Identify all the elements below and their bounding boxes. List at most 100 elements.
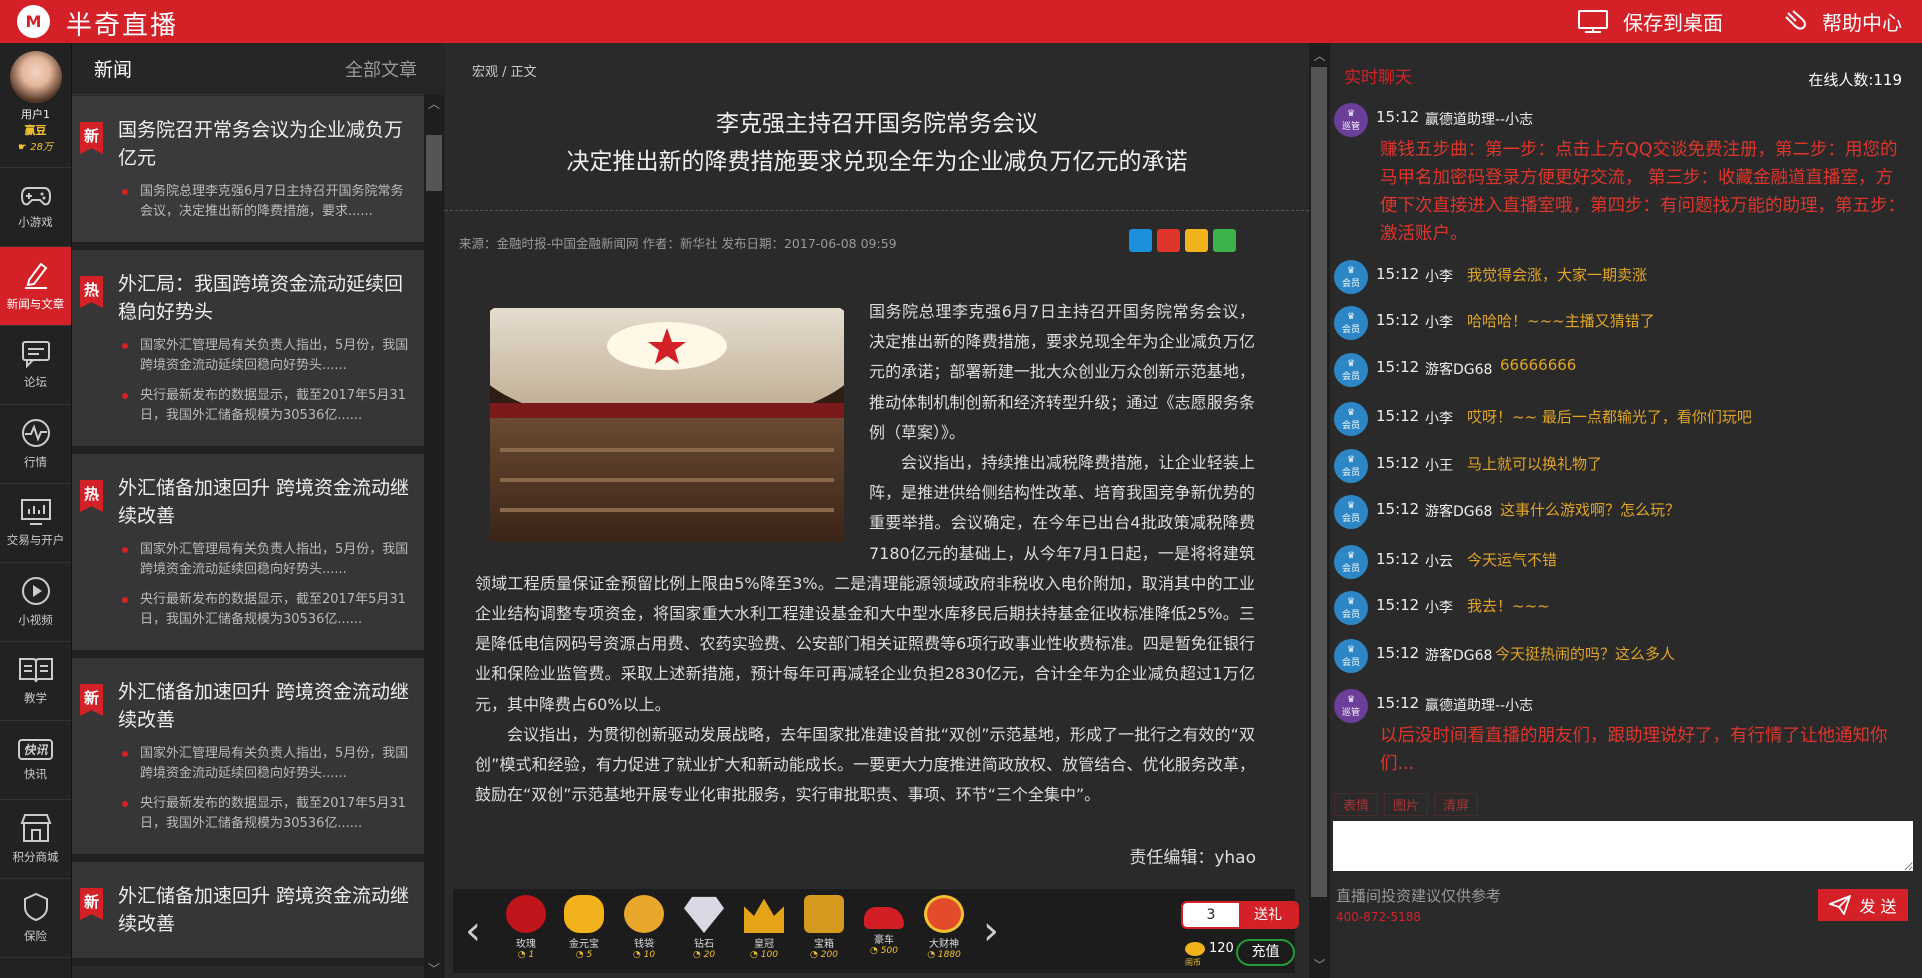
- news-item-title[interactable]: 外汇储备加速回升 跨境资金流动继续改善: [118, 474, 410, 530]
- message-time: 15:12: [1376, 108, 1420, 126]
- nav-item-news[interactable]: 新闻与文章: [0, 247, 71, 326]
- gift-next-icon[interactable]: ›: [983, 911, 999, 951]
- news-bullet: 国家外汇管理局有关负责人指出，5月份，我国跨境资金流动延续回稳向好势头.....…: [118, 336, 410, 376]
- share-weibo-icon[interactable]: [1157, 229, 1180, 252]
- image-button[interactable]: 图片: [1384, 793, 1429, 816]
- gift-name: 大财神: [929, 939, 959, 950]
- role-badge-icon: ♛ 会员: [1334, 402, 1368, 436]
- message-time: 15:12: [1376, 644, 1420, 662]
- app-title: 半奇直播: [66, 11, 179, 41]
- help-center-button[interactable]: 帮助中心: [1782, 0, 1902, 43]
- article-title-line1: 李克强主持召开国务院常务会议: [716, 111, 1038, 137]
- trading-icon: [20, 499, 51, 525]
- message-text: 哈哈哈！~~~主播又猜错了: [1467, 312, 1655, 330]
- gift-diamond-icon: [684, 896, 724, 933]
- user-name: 用户1: [21, 108, 50, 121]
- nav-item-market[interactable]: 行情: [0, 405, 71, 484]
- app-logo[interactable]: M: [17, 5, 50, 38]
- send-message-button[interactable]: 发 送: [1818, 889, 1908, 921]
- message-user[interactable]: 游客DG68: [1425, 645, 1492, 665]
- role-badge-icon: ♛ 会员: [1334, 353, 1368, 387]
- news-item[interactable]: 新 外汇储备加速回升 跨境资金流动继续改善 国家外汇管理局有关负责人指出，5月份…: [72, 658, 424, 862]
- nav-item-forum[interactable]: 论坛: [0, 326, 71, 405]
- news-item-title[interactable]: 国务院召开常务会议为企业减负万亿元: [118, 116, 410, 172]
- message-time: 15:12: [1376, 550, 1420, 568]
- message-user[interactable]: 游客DG68: [1425, 501, 1492, 521]
- emoji-button[interactable]: 表情: [1334, 793, 1379, 816]
- message-user[interactable]: 游客DG68: [1425, 359, 1492, 379]
- news-item-title[interactable]: 外汇储备加速回升 跨境资金流动继续改善: [118, 678, 410, 734]
- news-item-title[interactable]: 外汇储备加速回升 跨境资金流动继续改善: [118, 882, 410, 938]
- gift-item[interactable]: 钻石 ◔ 20: [674, 895, 734, 960]
- gift-item[interactable]: 大财神 ◔ 1880: [914, 895, 974, 960]
- nav-item-video[interactable]: 小视频: [0, 563, 71, 642]
- recharge-button[interactable]: 充值: [1236, 939, 1295, 966]
- nav-label: 教学: [24, 691, 47, 705]
- gift-god-of-wealth-icon: [924, 895, 964, 933]
- live-chat-panel: 实时聊天 在线人数:119 ♛ 巡管 15:12 赢德道助理--小志 赚钱五步曲：…: [1330, 43, 1922, 978]
- clear-screen-button[interactable]: 清屏: [1434, 793, 1479, 816]
- message-user[interactable]: 小王: [1425, 455, 1453, 475]
- message-user[interactable]: 赢德道助理--小志: [1425, 695, 1533, 715]
- gift-prev-icon[interactable]: ‹: [465, 911, 481, 951]
- nav-label: 交易与开户: [6, 533, 65, 547]
- gift-quantity-input[interactable]: 3: [1183, 903, 1239, 927]
- gift-price: ◔ 20: [692, 950, 716, 960]
- message-user[interactable]: 赢德道助理--小志: [1425, 109, 1533, 129]
- gift-item[interactable]: 豪车 ◔ 500: [854, 895, 914, 956]
- gift-item[interactable]: 宝箱 ◔ 200: [794, 895, 854, 960]
- scroll-up-icon[interactable]: ︿: [1309, 47, 1330, 65]
- all-articles-link[interactable]: 全部文章: [345, 56, 417, 82]
- send-gift-button[interactable]: 送礼: [1239, 903, 1297, 927]
- gift-item[interactable]: 钱袋 ◔ 10: [614, 895, 674, 960]
- nav-item-insurance[interactable]: 保险: [0, 879, 71, 958]
- nav-label: 快讯: [24, 766, 47, 781]
- gift-name: 宝箱: [814, 939, 834, 950]
- news-scrollbar[interactable]: ︿ ﹀: [424, 95, 444, 978]
- message-text: 以后没时间看直播的朋友们，跟助理说好了，有行情了让他通知你们...: [1380, 726, 1888, 774]
- gift-name: 钻石: [694, 939, 714, 950]
- message-user[interactable]: 小李: [1425, 266, 1453, 286]
- news-item[interactable]: 新 国务院召开常务会议为企业减负万亿元 国务院总理李克强6月7日主持召开国务院常…: [72, 96, 424, 250]
- gift-price: ◔ 200: [810, 950, 838, 960]
- gift-item[interactable]: 玫瑰 ◔ 1: [496, 895, 556, 960]
- message-text: 这事什么游戏啊？怎么玩？: [1500, 501, 1681, 519]
- role-badge-icon: ♛ 会员: [1334, 260, 1368, 294]
- gift-money-bag-icon: [624, 895, 664, 933]
- nav-item-mini-games[interactable]: 小游戏: [0, 168, 71, 247]
- breadcrumb[interactable]: 宏观 / 正文: [472, 61, 537, 80]
- chat-message-input[interactable]: [1333, 821, 1913, 871]
- share-favorite-icon[interactable]: [1185, 229, 1208, 252]
- avatar[interactable]: [9, 51, 62, 103]
- send-label: 发 送: [1859, 897, 1897, 916]
- news-bullet: 央行最新发布的数据显示，截至2017年5月31日，我国外汇储备规模为30536亿…: [118, 386, 410, 426]
- message-user[interactable]: 小李: [1425, 597, 1453, 617]
- share-wechat-icon[interactable]: [1213, 229, 1236, 252]
- nav-item-trading[interactable]: 交易与开户: [0, 484, 71, 563]
- message-user[interactable]: 小李: [1425, 408, 1453, 428]
- gift-name: 钱袋: [634, 939, 654, 950]
- message-user[interactable]: 小李: [1425, 312, 1453, 332]
- article-scroll-thumb[interactable]: [1311, 67, 1327, 897]
- gift-item[interactable]: 皇冠 ◔ 100: [734, 895, 794, 960]
- gift-item[interactable]: 金元宝 ◔ 5: [554, 895, 614, 960]
- nav-item-points-shop[interactable]: 积分商城: [0, 800, 71, 879]
- share-qq-icon[interactable]: [1129, 229, 1152, 252]
- nav-item-flash-news[interactable]: 快讯 快讯: [0, 721, 71, 800]
- scroll-down-icon[interactable]: ﹀: [424, 960, 444, 978]
- news-item[interactable]: 热 外汇局：我国跨境资金流动延续回稳向好势头 国家外汇管理局有关负责人指出，5月…: [72, 250, 424, 454]
- gift-sports-car-icon: [864, 907, 904, 929]
- news-item-title[interactable]: 外汇局：我国跨境资金流动延续回稳向好势头: [118, 270, 410, 326]
- news-item[interactable]: 热 外汇储备加速回升 跨境资金流动继续改善 国家外汇管理局有关负责人指出，5月份…: [72, 454, 424, 658]
- scroll-up-icon[interactable]: ︿: [424, 95, 444, 113]
- nav-item-teaching[interactable]: 教学: [0, 642, 71, 721]
- scroll-down-icon[interactable]: ﹀: [1309, 956, 1330, 974]
- news-item[interactable]: 新 外汇储备加速回升 跨境资金流动继续改善: [72, 862, 424, 966]
- article-scrollbar[interactable]: ︿ ﹀: [1309, 43, 1330, 978]
- nav-label: 保险: [24, 929, 47, 943]
- message-user[interactable]: 小云: [1425, 551, 1453, 571]
- save-to-desktop-button[interactable]: 保存到桌面: [1577, 0, 1723, 43]
- news-scroll-thumb[interactable]: [426, 135, 442, 191]
- user-panel[interactable]: 用户1 赢豆 ☛ 28万: [0, 43, 71, 168]
- contact-phone: 400-872-5188: [1336, 910, 1422, 924]
